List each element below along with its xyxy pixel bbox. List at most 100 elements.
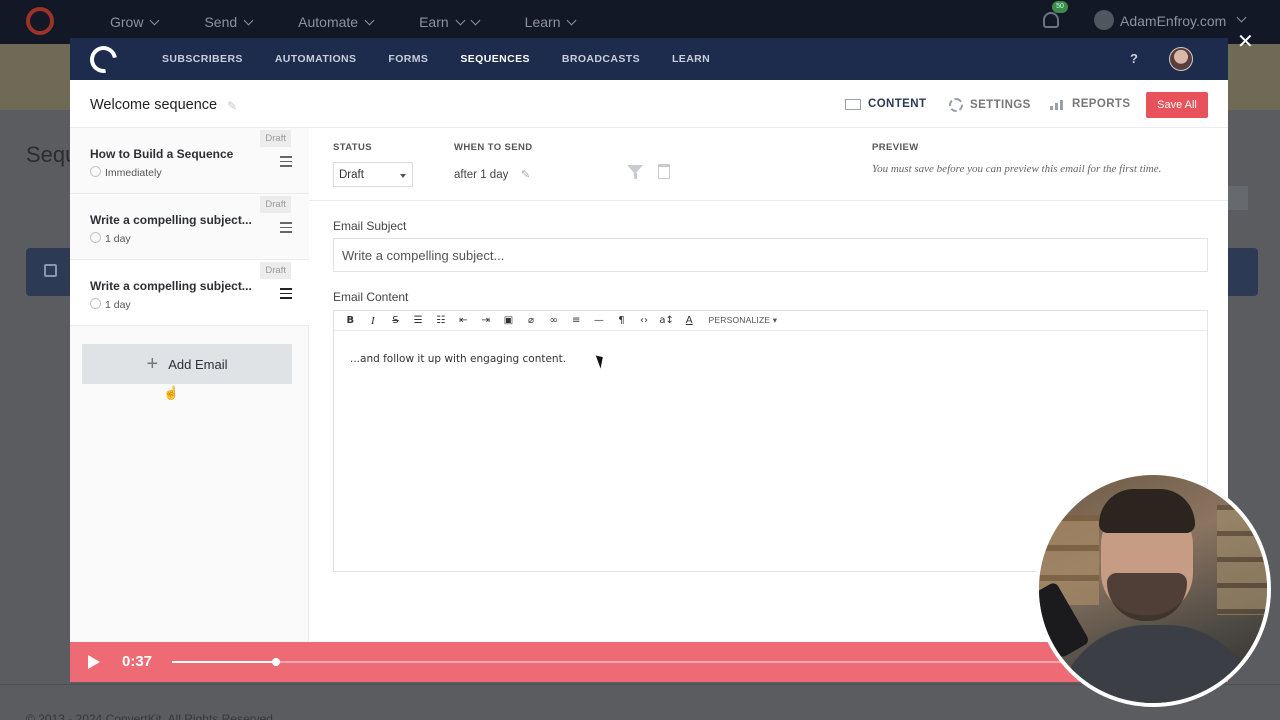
- when-to-send-label: WHEN TO SEND: [454, 142, 533, 153]
- paragraph-icon[interactable]: ¶: [610, 315, 633, 326]
- chevron-down-icon[interactable]: [1236, 12, 1247, 23]
- site-menu-earn-label: Earn: [419, 14, 464, 30]
- tab-reports[interactable]: REPORTS: [1050, 98, 1130, 110]
- numbered-list-icon[interactable]: ☷: [429, 315, 452, 326]
- image-icon[interactable]: ▣: [497, 315, 520, 326]
- presenter-webcam: [1035, 471, 1271, 707]
- email-subject-input[interactable]: [333, 238, 1208, 272]
- status-label: STATUS: [333, 142, 372, 153]
- email-list: Draft How to Build a Sequence Immediatel…: [70, 128, 309, 682]
- site-menu-earn[interactable]: Earn: [416, 14, 489, 42]
- nav-forms[interactable]: FORMS: [388, 53, 428, 65]
- progress-thumb[interactable]: [271, 658, 280, 666]
- convertkit-logo-icon[interactable]: [26, 7, 54, 35]
- nav-subscribers[interactable]: SUBSCRIBERS: [162, 53, 243, 65]
- email-delay: Immediately: [105, 167, 162, 179]
- site-menu-grow[interactable]: Grow: [110, 14, 158, 30]
- email-delay: 1 day: [105, 233, 131, 245]
- help-icon[interactable]: ?: [1130, 51, 1138, 66]
- trash-icon[interactable]: [658, 164, 670, 179]
- pencil-icon[interactable]: ✎: [227, 99, 237, 113]
- text-color-icon[interactable]: A: [678, 315, 701, 326]
- status-badge: Draft: [260, 130, 291, 147]
- site-menu-automate[interactable]: Automate: [298, 14, 373, 30]
- email-name: Write a compelling subject...: [90, 213, 252, 227]
- presenter-hair: [1099, 489, 1195, 533]
- bell-icon[interactable]: [1043, 12, 1059, 28]
- tab-settings-label: SETTINGS: [970, 99, 1031, 111]
- align-left-icon[interactable]: ≡: [565, 315, 588, 326]
- font-size-icon[interactable]: a↕: [655, 315, 678, 326]
- progress-fill: [172, 661, 276, 663]
- site-menu-learn[interactable]: Learn: [525, 14, 576, 30]
- notification-badge: 50: [1052, 1, 1068, 13]
- personalize-dropdown[interactable]: PERSONALIZE ▾: [709, 315, 778, 326]
- bookshelf: [1217, 505, 1267, 615]
- status-badge: Draft: [260, 196, 291, 213]
- bold-icon[interactable]: B: [339, 315, 362, 326]
- list-item[interactable]: Draft How to Build a Sequence Immediatel…: [70, 128, 309, 194]
- preview-label: PREVIEW: [872, 142, 919, 153]
- status-value: Draft: [339, 169, 364, 181]
- tab-reports-label: REPORTS: [1072, 98, 1131, 110]
- presenter-beard: [1107, 573, 1187, 621]
- app-logo-icon[interactable]: [84, 40, 123, 79]
- email-delay: 1 day: [105, 299, 131, 311]
- site-menu-send[interactable]: Send: [204, 14, 252, 30]
- gear-icon: [949, 98, 963, 112]
- email-content-label: Email Content: [333, 290, 409, 304]
- avatar[interactable]: [1169, 47, 1193, 71]
- drag-handle-icon[interactable]: [280, 222, 292, 236]
- close-icon[interactable]: ✕: [1237, 32, 1254, 52]
- when-to-send-value: after 1 day: [454, 169, 509, 181]
- nav-sequences[interactable]: SEQUENCES: [460, 53, 530, 65]
- app-menu: SUBSCRIBERS AUTOMATIONS FORMS SEQUENCES …: [162, 38, 742, 80]
- envelope-icon: [845, 98, 861, 110]
- progress-track[interactable]: [172, 658, 1072, 666]
- user-avatar[interactable]: [1094, 10, 1114, 30]
- nav-broadcasts[interactable]: BROADCASTS: [562, 53, 640, 65]
- italic-icon[interactable]: I: [362, 315, 385, 327]
- app-nav: SUBSCRIBERS AUTOMATIONS FORMS SEQUENCES …: [70, 38, 1228, 80]
- divider: [309, 200, 1228, 201]
- strikethrough-icon[interactable]: S: [384, 315, 407, 326]
- link-icon[interactable]: ∞: [542, 315, 565, 326]
- pencil-icon[interactable]: ✎: [521, 168, 530, 181]
- save-all-button[interactable]: Save All: [1146, 92, 1208, 118]
- preview-note: You must save before you can preview thi…: [872, 163, 1162, 175]
- outdent-icon[interactable]: ⇤: [452, 315, 475, 326]
- list-item[interactable]: Draft Write a compelling subject... 1 da…: [70, 260, 309, 326]
- email-name: Write a compelling subject...: [90, 279, 252, 293]
- user-name[interactable]: AdamEnfroy.com: [1120, 13, 1226, 29]
- playback-time: 0:37: [122, 653, 153, 670]
- clock-icon: [90, 166, 101, 177]
- bulleted-list-icon[interactable]: ☰: [407, 315, 430, 326]
- play-icon[interactable]: [88, 655, 100, 669]
- nav-automations[interactable]: AUTOMATIONS: [275, 53, 357, 65]
- clock-icon: [90, 232, 101, 243]
- indent-icon[interactable]: ⇥: [475, 315, 498, 326]
- sequence-header: Welcome sequence ✎ CONTENT SETTINGS REPO…: [70, 80, 1228, 128]
- code-icon[interactable]: ‹›: [633, 315, 656, 326]
- filter-icon[interactable]: [627, 165, 643, 179]
- nav-learn[interactable]: LEARN: [672, 53, 710, 65]
- status-select[interactable]: Draft: [333, 162, 413, 187]
- email-name: How to Build a Sequence: [90, 147, 234, 161]
- background-bar-right: [1228, 248, 1258, 296]
- sequence-title[interactable]: Welcome sequence: [90, 97, 217, 113]
- clock-icon: [90, 298, 101, 309]
- caret-down-icon: [400, 174, 406, 178]
- attachment-icon[interactable]: ⌀: [520, 315, 543, 326]
- add-email-label: Add Email: [168, 356, 228, 372]
- tab-settings[interactable]: SETTINGS: [949, 98, 1031, 112]
- footer-copyright: © 2013 - 2024 ConvertKit. All Rights Res…: [26, 712, 277, 720]
- lock-icon: [44, 264, 57, 277]
- drag-handle-icon[interactable]: [280, 156, 292, 170]
- tab-content[interactable]: CONTENT: [845, 98, 926, 110]
- add-email-button[interactable]: + Add Email: [82, 344, 292, 384]
- hand-cursor-icon: ☝: [163, 385, 180, 400]
- drag-handle-icon[interactable]: [280, 288, 292, 302]
- list-item[interactable]: Draft Write a compelling subject... 1 da…: [70, 194, 309, 260]
- email-body-text[interactable]: ...and follow it up with engaging conten…: [350, 353, 566, 365]
- horizontal-rule-icon[interactable]: —: [588, 315, 611, 326]
